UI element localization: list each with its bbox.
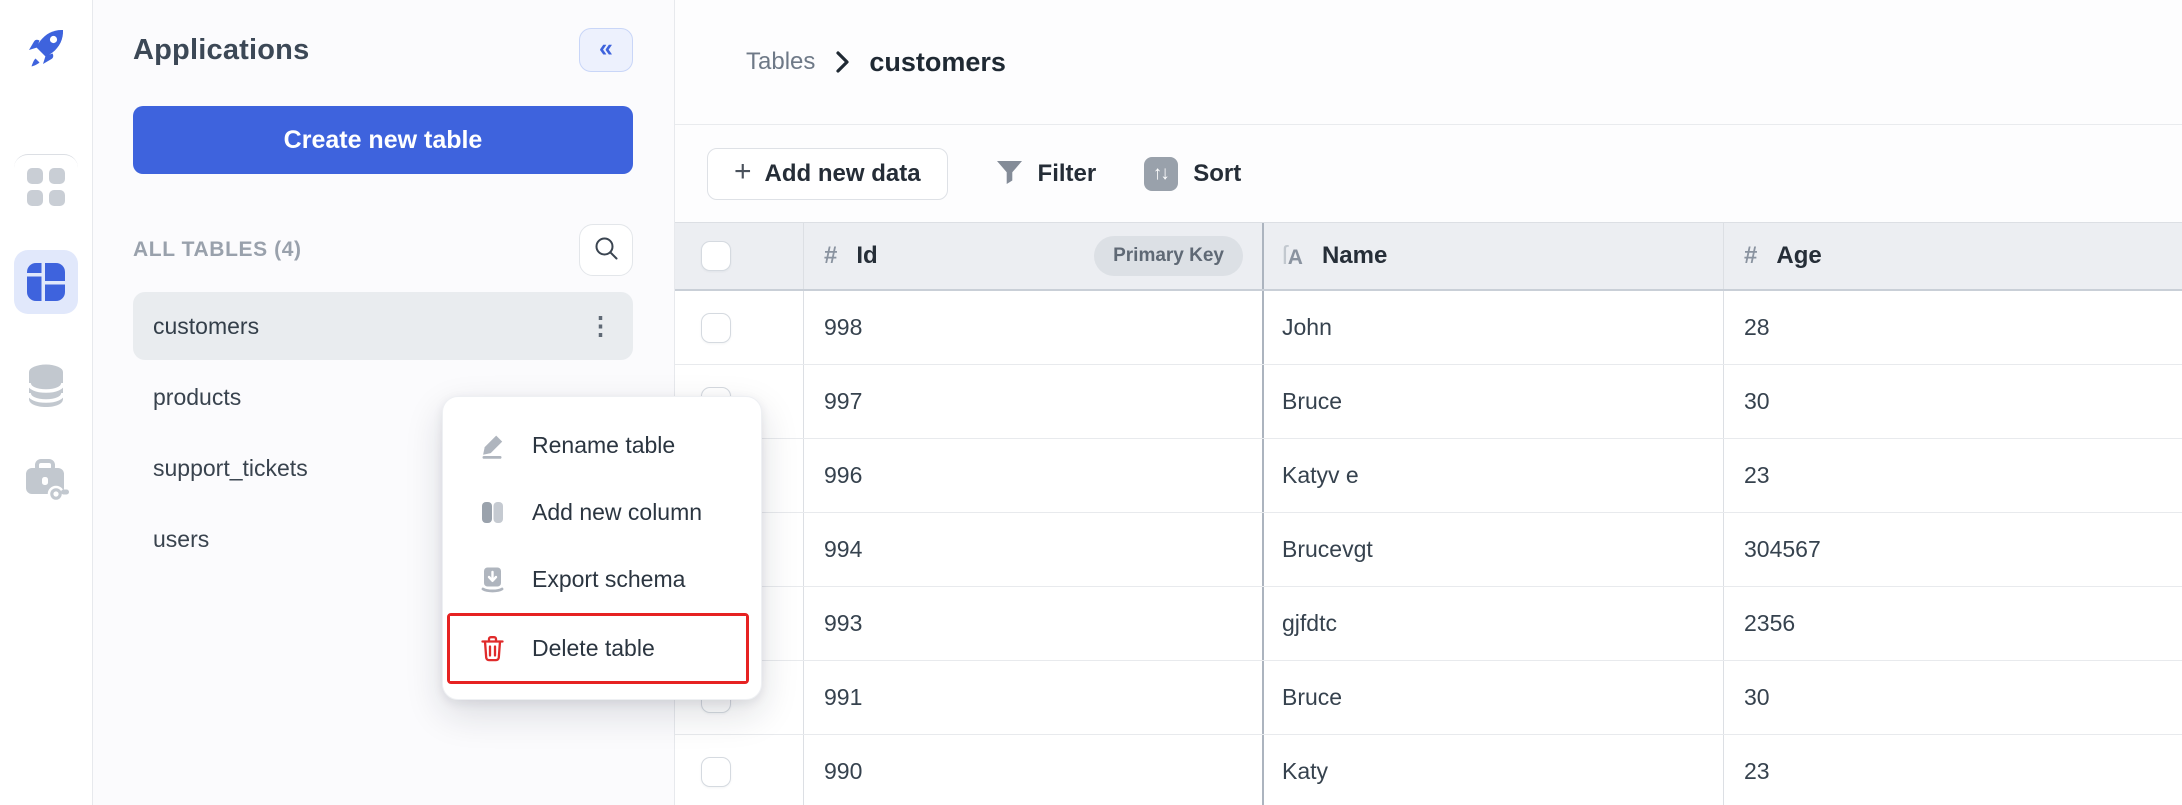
filter-button[interactable]: Filter bbox=[996, 160, 1096, 188]
cell-age[interactable]: 2356 bbox=[1744, 610, 1795, 637]
export-document-icon bbox=[479, 566, 506, 593]
cell-name[interactable]: gjfdtc bbox=[1282, 610, 1337, 637]
data-table: # Id Primary Key ſA Name # Age 998 John … bbox=[675, 222, 2182, 805]
row-checkbox[interactable] bbox=[701, 312, 731, 343]
chevron-right-icon bbox=[833, 50, 851, 74]
table-toolbar: + Add new data Filter ↑↓ Sort bbox=[675, 125, 2182, 222]
table-name: support_tickets bbox=[153, 454, 308, 481]
cell-name[interactable]: Katy bbox=[1282, 758, 1328, 785]
breadcrumb: Tables customers bbox=[675, 0, 2182, 125]
table-name: customers bbox=[153, 312, 260, 339]
column-header-id[interactable]: # Id Primary Key bbox=[804, 223, 1264, 289]
cell-id[interactable]: 996 bbox=[824, 462, 862, 489]
menu-item-add-new-column[interactable]: Add new column bbox=[443, 479, 761, 546]
table-row: 991 Bruce 30 bbox=[675, 661, 2182, 735]
database-icon[interactable] bbox=[14, 354, 78, 418]
cell-name[interactable]: Katyv e bbox=[1282, 462, 1359, 489]
tables-nav-icon[interactable] bbox=[14, 250, 78, 314]
pencil-icon bbox=[479, 432, 506, 459]
apps-grid-icon[interactable] bbox=[14, 154, 78, 218]
cell-id[interactable]: 991 bbox=[824, 684, 862, 711]
table-row: 993 gjfdtc 2356 bbox=[675, 587, 2182, 661]
cell-name[interactable]: Bruce bbox=[1282, 388, 1342, 415]
row-checkbox[interactable] bbox=[701, 756, 731, 787]
cell-name[interactable]: Bruce bbox=[1282, 684, 1342, 711]
chevrons-left-icon: « bbox=[599, 34, 613, 62]
rocket-logo-icon bbox=[21, 22, 71, 72]
number-type-icon: # bbox=[1744, 242, 1758, 269]
sidebar-title: Applications bbox=[133, 33, 310, 66]
cell-age[interactable]: 30 bbox=[1744, 684, 1770, 711]
column-header-name[interactable]: ſA Name bbox=[1264, 223, 1724, 289]
text-type-icon: ſA bbox=[1282, 240, 1303, 271]
collapse-sidebar-button[interactable]: « bbox=[579, 28, 633, 72]
search-tables-button[interactable] bbox=[579, 224, 633, 276]
columns-icon bbox=[479, 500, 506, 525]
table-name: products bbox=[153, 383, 242, 410]
sort-icon: ↑↓ bbox=[1144, 156, 1179, 191]
cell-id[interactable]: 997 bbox=[824, 388, 862, 415]
table-context-menu: Rename table Add new column Export schem… bbox=[442, 396, 762, 700]
cell-age[interactable]: 30 bbox=[1744, 388, 1770, 415]
table-name: users bbox=[153, 525, 210, 552]
cell-id[interactable]: 994 bbox=[824, 536, 862, 563]
sort-button[interactable]: ↑↓ Sort bbox=[1144, 156, 1241, 191]
main-content: Tables customers + Add new data Filter ↑… bbox=[675, 0, 2182, 805]
create-new-table-button[interactable]: Create new table bbox=[133, 106, 633, 174]
table-row: 997 Bruce 30 bbox=[675, 365, 2182, 439]
briefcase-key-icon[interactable] bbox=[14, 448, 78, 512]
cell-name[interactable]: Brucevgt bbox=[1282, 536, 1373, 563]
select-all-checkbox[interactable] bbox=[701, 241, 731, 271]
plus-icon: + bbox=[734, 155, 752, 188]
app-screen: Applications « Create new table ALL TABL… bbox=[0, 0, 2182, 805]
all-tables-label: ALL TABLES (4) bbox=[133, 238, 302, 261]
table-row: 990 Katy 23 bbox=[675, 735, 2182, 805]
table-row: 996 Katyv e 23 bbox=[675, 439, 2182, 513]
kebab-menu-icon[interactable]: ⋮ bbox=[588, 313, 613, 339]
search-icon bbox=[593, 235, 620, 265]
cell-id[interactable]: 990 bbox=[824, 758, 862, 785]
cell-name[interactable]: John bbox=[1282, 314, 1332, 341]
sidebar-item-customers[interactable]: customers ⋮ bbox=[133, 292, 633, 360]
table-row: 998 John 28 bbox=[675, 291, 2182, 365]
filter-icon bbox=[996, 160, 1023, 188]
cell-age[interactable]: 23 bbox=[1744, 462, 1770, 489]
table-header-row: # Id Primary Key ſA Name # Age bbox=[675, 223, 2182, 291]
trash-icon bbox=[479, 635, 506, 662]
breadcrumb-tables[interactable]: Tables bbox=[746, 48, 815, 76]
cell-id[interactable]: 998 bbox=[824, 314, 862, 341]
header-checkbox-cell bbox=[675, 223, 804, 289]
menu-item-delete-table[interactable]: Delete table bbox=[450, 616, 746, 681]
cell-age[interactable]: 304567 bbox=[1744, 536, 1821, 563]
icon-rail bbox=[0, 0, 93, 805]
breadcrumb-current: customers bbox=[869, 46, 1006, 77]
annotation-highlight-box: Delete table bbox=[447, 613, 749, 684]
table-row: 994 Brucevgt 304567 bbox=[675, 513, 2182, 587]
add-new-data-button[interactable]: + Add new data bbox=[707, 147, 948, 200]
cell-age[interactable]: 28 bbox=[1744, 314, 1770, 341]
cell-id[interactable]: 993 bbox=[824, 610, 862, 637]
menu-item-export-schema[interactable]: Export schema bbox=[443, 546, 761, 613]
cell-age[interactable]: 23 bbox=[1744, 758, 1770, 785]
number-type-icon: # bbox=[824, 242, 838, 269]
menu-item-rename-table[interactable]: Rename table bbox=[443, 412, 761, 479]
primary-key-badge: Primary Key bbox=[1094, 236, 1243, 276]
column-header-age[interactable]: # Age bbox=[1724, 223, 2182, 289]
